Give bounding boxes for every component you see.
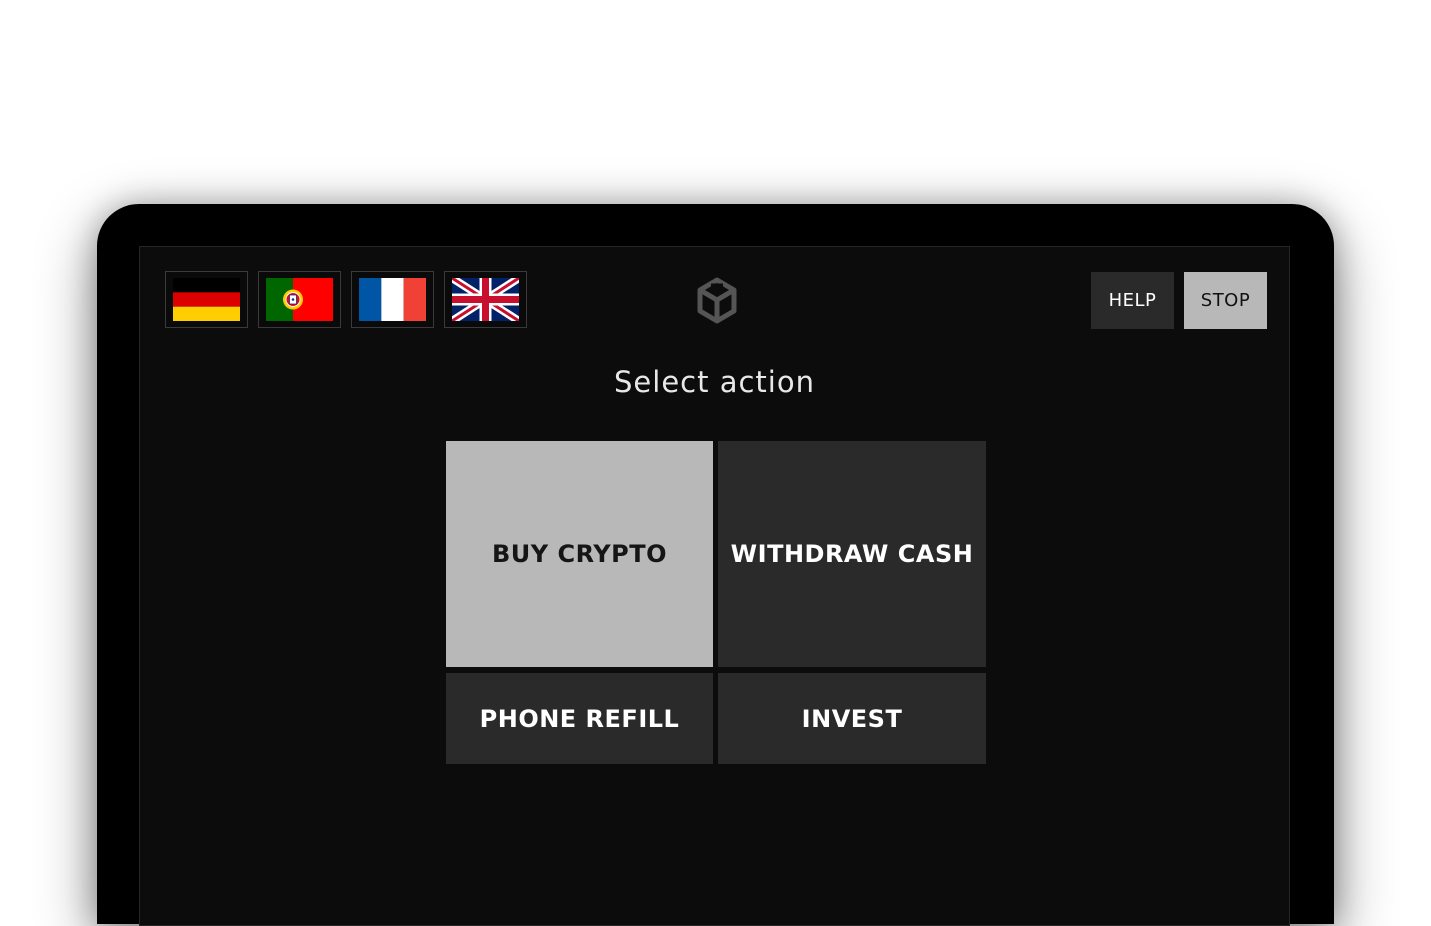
- language-portuguese-button[interactable]: [258, 271, 341, 328]
- language-german-button[interactable]: [165, 271, 248, 328]
- buy-crypto-button[interactable]: BUY CRYPTO: [446, 441, 713, 667]
- kiosk-screen: HELP STOP Select action BUY CRYPTO WITHD…: [139, 246, 1290, 926]
- withdraw-cash-button[interactable]: WITHDRAW CASH: [718, 441, 986, 667]
- stop-button[interactable]: STOP: [1184, 272, 1267, 329]
- help-button[interactable]: HELP: [1091, 272, 1174, 329]
- phone-refill-button[interactable]: PHONE REFILL: [446, 673, 713, 764]
- france-flag-icon: [359, 278, 426, 321]
- invest-button[interactable]: INVEST: [718, 673, 986, 764]
- language-english-button[interactable]: [444, 271, 527, 328]
- germany-flag-icon: [173, 278, 240, 321]
- uk-flag-icon: [452, 278, 519, 321]
- language-french-button[interactable]: [351, 271, 434, 328]
- page-title: Select action: [614, 365, 815, 399]
- portugal-flag-icon: [266, 278, 333, 321]
- cube-logo-icon: [696, 277, 738, 325]
